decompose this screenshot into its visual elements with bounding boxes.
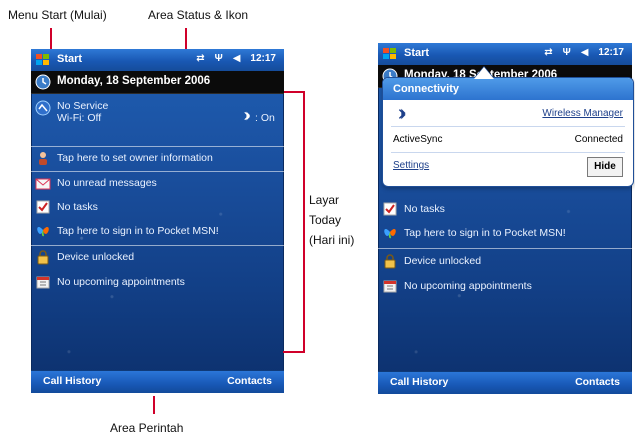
today-bracket-right	[303, 91, 305, 353]
calendar-icon	[383, 280, 397, 293]
contacts-softkey[interactable]: Contacts	[227, 375, 272, 387]
bluetooth-status-label: : On	[255, 112, 275, 124]
tasks-item[interactable]: No tasks	[378, 198, 632, 220]
menu-start-annotation: Menu Start (Mulai)	[8, 8, 107, 22]
status-area-annotation: Area Status & Ikon	[148, 8, 249, 22]
today-bracket-bottom	[283, 351, 305, 353]
owner-info-item[interactable]: Tap here to set owner information	[31, 147, 284, 169]
status-area[interactable]: ⇄ Ψ ◀ 12:17	[544, 47, 624, 58]
contacts-softkey[interactable]: Contacts	[575, 376, 620, 388]
lock-icon	[37, 250, 49, 265]
popup-separator	[391, 152, 625, 153]
call-history-softkey[interactable]: Call History	[43, 375, 101, 387]
right-top-bar: Start ⇄ Ψ ◀ 12:17	[378, 43, 632, 66]
status-area-callout-line	[185, 28, 187, 50]
tasks-item[interactable]: No tasks	[31, 196, 284, 218]
popup-row-settings: Settings Hide	[383, 156, 633, 177]
appointments-item[interactable]: No upcoming appointments	[378, 275, 632, 297]
calendar-icon	[36, 276, 50, 289]
today-bracket-top	[283, 91, 305, 93]
device-lock-label: Device unlocked	[57, 251, 135, 263]
clock-icon	[35, 74, 51, 90]
activesync-status: Connected	[574, 134, 623, 145]
owner-icon	[39, 152, 47, 165]
activesync-label: ActiveSync	[393, 134, 443, 145]
popup-title: Connectivity	[393, 83, 460, 95]
date-label: Monday, 18 September 2006	[57, 75, 211, 87]
msn-label: Tap here to sign in to Pocket MSN!	[404, 227, 566, 239]
date-row[interactable]: Monday, 18 September 2006	[31, 71, 284, 94]
hide-button[interactable]: Hide	[587, 157, 623, 177]
bluetooth-icon	[244, 111, 251, 121]
tasks-label: No tasks	[57, 201, 98, 213]
tasks-icon	[36, 200, 50, 214]
msn-item[interactable]: Tap here to sign in to Pocket MSN!	[378, 220, 632, 246]
messages-label: No unread messages	[57, 177, 157, 189]
menu-start-callout-line	[50, 28, 52, 50]
wireless-manager-link[interactable]: Wireless Manager	[542, 108, 623, 119]
device-lock-label: Device unlocked	[404, 255, 482, 267]
wifi-status-label: Wi-Fi: Off	[57, 112, 102, 124]
lock-icon	[384, 254, 396, 269]
time-label: 12:17	[250, 53, 276, 64]
msn-item[interactable]: Tap here to sign in to Pocket MSN!	[31, 218, 284, 244]
command-area-annotation: Area Perintah	[110, 421, 184, 435]
status-area[interactable]: ⇄ Ψ ◀ 12:17	[196, 53, 276, 64]
popup-pointer	[474, 67, 494, 79]
popup-row-wireless: Wireless Manager	[383, 104, 633, 124]
appointments-item[interactable]: No upcoming appointments	[31, 271, 284, 293]
divider	[378, 248, 632, 249]
owner-info-label: Tap here to set owner information	[57, 152, 213, 164]
left-command-bar: Call History Contacts	[31, 370, 284, 393]
messages-item[interactable]: No unread messages	[31, 172, 284, 194]
msn-butterfly-icon	[37, 226, 49, 237]
network-status-item[interactable]: No Service Wi-Fi: Off : On	[31, 96, 284, 126]
appointments-label: No upcoming appointments	[404, 280, 532, 292]
call-history-softkey[interactable]: Call History	[390, 376, 448, 388]
signal-icon[interactable]: Ψ	[215, 53, 223, 64]
windows-start-flag-icon[interactable]	[35, 52, 51, 68]
connectivity-icon[interactable]: ⇄	[544, 47, 552, 58]
volume-icon[interactable]: ◀	[233, 53, 241, 64]
start-menu-label[interactable]: Start	[57, 53, 82, 65]
phone-network-icon	[35, 100, 51, 116]
connectivity-icon[interactable]: ⇄	[196, 53, 204, 64]
today-annotation-line1: Layar	[309, 193, 340, 207]
tasks-icon	[383, 202, 397, 216]
popup-separator	[391, 126, 625, 127]
volume-icon[interactable]: ◀	[581, 47, 589, 58]
tasks-label: No tasks	[404, 203, 445, 215]
settings-link[interactable]: Settings	[393, 160, 429, 171]
envelope-icon	[35, 178, 51, 190]
bluetooth-icon	[398, 108, 406, 120]
left-today-screen: Start ⇄ Ψ ◀ 12:17 Monday, 18 September 2…	[31, 49, 284, 393]
device-lock-item[interactable]: Device unlocked	[378, 250, 632, 272]
popup-row-activesync: ActiveSync Connected	[383, 130, 633, 150]
device-lock-item[interactable]: Device unlocked	[31, 246, 284, 268]
signal-icon[interactable]: Ψ	[563, 47, 571, 58]
time-label: 12:17	[598, 47, 624, 58]
start-menu-label[interactable]: Start	[404, 47, 429, 59]
msn-butterfly-icon	[384, 228, 396, 239]
appointments-label: No upcoming appointments	[57, 276, 185, 288]
today-annotation-line2: Today	[309, 213, 342, 227]
connectivity-popup: Connectivity Wireless Manager ActiveSync…	[382, 77, 634, 187]
today-annotation-line3: (Hari ini)	[309, 233, 355, 247]
command-area-callout-line	[153, 396, 155, 414]
msn-label: Tap here to sign in to Pocket MSN!	[57, 225, 219, 237]
no-service-label: No Service	[57, 100, 109, 112]
right-command-bar: Call History Contacts	[378, 371, 632, 394]
popup-title-bar: Connectivity	[383, 78, 633, 100]
left-top-bar: Start ⇄ Ψ ◀ 12:17	[31, 49, 284, 72]
windows-start-flag-icon[interactable]	[382, 46, 398, 62]
